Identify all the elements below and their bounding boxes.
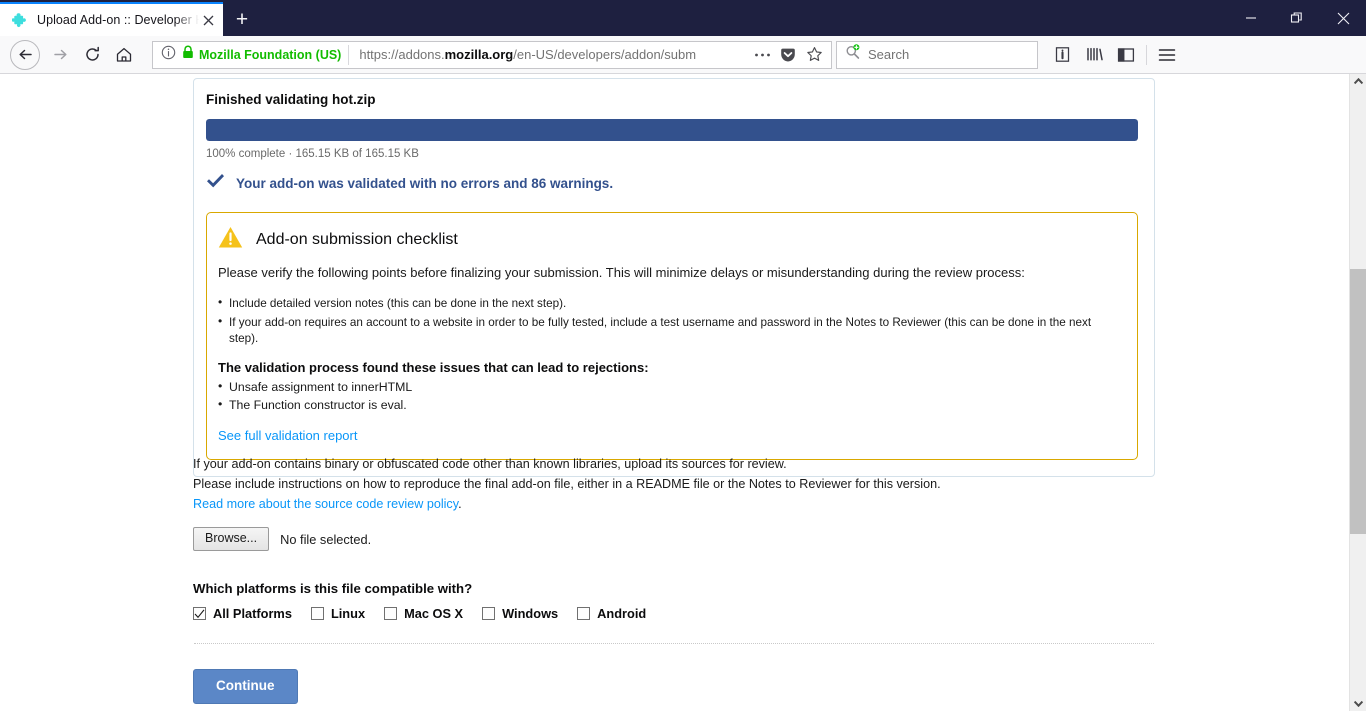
platform-option-mac-os-x[interactable]: Mac OS X (384, 606, 463, 621)
list-item: The Function constructor is eval. (218, 397, 1121, 414)
source-description-line-2: Please include instructions on how to re… (193, 477, 941, 492)
upload-progress-meta: 100% complete · 165.15 KB of 165.15 KB (206, 148, 419, 160)
url-text[interactable]: https://addons.mozilla.org/en-US/develop… (349, 47, 749, 62)
platforms-question: Which platforms is this file compatible … (193, 581, 473, 597)
platform-label: Mac OS X (404, 606, 464, 622)
platform-label: Windows (502, 606, 559, 622)
list-item: If your add-on requires an account to a … (218, 314, 1121, 346)
platform-option-linux[interactable]: Linux (310, 606, 366, 622)
toolbar-separator (1146, 44, 1147, 65)
platform-option-windows[interactable]: Windows (482, 606, 558, 621)
navigation-toolbar: Mozilla Foundation (US) https://addons.m… (0, 36, 1366, 74)
url-prefix: https://addons. (359, 47, 445, 62)
warning-triangle-icon (218, 226, 243, 254)
page-content: Finished validating hot.zip 100% complet… (0, 74, 1349, 711)
platform-label: All Platforms (213, 606, 292, 622)
page-info-icon[interactable] (1046, 39, 1078, 71)
close-icon[interactable] (1320, 0, 1366, 36)
browse-button[interactable]: Browse... (193, 526, 270, 552)
upload-progress-bar (206, 119, 1138, 141)
checklist-points: Include detailed version notes (this can… (218, 295, 1121, 346)
checkmark-icon (206, 173, 225, 194)
tab-title: Upload Add-on :: Developer Hub (37, 13, 199, 27)
window-controls (1228, 0, 1366, 36)
list-item: Include detailed version notes (this can… (218, 295, 1121, 311)
checkbox-windows[interactable] (482, 607, 496, 621)
home-button[interactable] (108, 39, 140, 71)
checkbox-all-platforms[interactable] (193, 607, 206, 621)
platform-option-all-platforms[interactable]: All Platforms (193, 606, 292, 621)
platform-label: Linux (330, 606, 366, 622)
toolbar-right-group (1046, 39, 1183, 71)
file-input-row: Browse... No file selected. (193, 526, 1155, 552)
tab-strip: Upload Add-on :: Developer Hub + (0, 0, 1366, 36)
back-button[interactable] (10, 39, 40, 70)
source-policy-period: . (458, 496, 462, 511)
reload-button[interactable] (76, 39, 108, 71)
browser-tab-active[interactable]: Upload Add-on :: Developer Hub (0, 2, 223, 36)
file-status-label: No file selected. (280, 531, 372, 547)
checkbox-android[interactable] (577, 607, 591, 621)
platform-label: Android (597, 606, 647, 622)
submission-checklist-panel: Add-on submission checklist Please verif… (206, 212, 1138, 461)
scroll-up-icon[interactable] (1350, 74, 1366, 89)
info-circle-icon[interactable] (161, 45, 176, 65)
validation-status: Your add-on was validated with no errors… (206, 173, 1138, 194)
checkbox-linux[interactable] (310, 607, 324, 621)
bookmark-star-icon[interactable] (801, 43, 827, 67)
checklist-header: Add-on submission checklist (218, 226, 1121, 254)
continue-button[interactable]: Continue (193, 669, 298, 705)
checkbox-mac-os-x[interactable] (384, 607, 398, 621)
puzzle-piece-icon (11, 12, 28, 28)
scrollbar-thumb[interactable] (1350, 269, 1366, 534)
library-icon[interactable] (1078, 39, 1110, 71)
identity-label: Mozilla Foundation (US) (199, 47, 342, 62)
checklist-intro: Please verify the following points befor… (218, 265, 1025, 280)
scroll-down-icon[interactable] (1350, 696, 1366, 711)
form-divider (194, 643, 1154, 645)
checklist-issues: Unsafe assignment to innerHTML The Funct… (218, 379, 1121, 414)
upload-progress-fill (206, 119, 1138, 141)
vertical-scrollbar[interactable] (1349, 74, 1366, 711)
upload-result-card: Finished validating hot.zip 100% complet… (193, 78, 1155, 478)
validation-message: Your add-on was validated with no errors… (236, 176, 614, 191)
validation-report-link[interactable]: See full validation report (218, 428, 357, 443)
new-tab-button[interactable]: + (223, 2, 261, 36)
sidebar-icon[interactable] (1110, 39, 1142, 71)
hamburger-menu-icon[interactable] (1151, 39, 1183, 71)
browser-window: Upload Add-on :: Developer Hub + (0, 0, 1366, 711)
search-add-icon (845, 44, 861, 65)
url-bar[interactable]: Mozilla Foundation (US) https://addons.m… (152, 40, 832, 69)
source-description-line-1: If your add-on contains binary or obfusc… (193, 457, 787, 471)
source-policy-row: Read more about the source code review p… (193, 495, 1155, 513)
url-domain: mozilla.org (444, 47, 514, 62)
page-actions-icon[interactable] (749, 43, 775, 67)
source-policy-link[interactable]: Read more about the source code review p… (193, 497, 458, 511)
minimize-icon[interactable] (1228, 0, 1274, 36)
source-upload-section: If your add-on contains binary or obfusc… (193, 454, 1155, 705)
platform-option-android[interactable]: Android (577, 606, 646, 621)
platform-checkbox-group: All Platforms Linux Mac OS X Windows And… (193, 606, 1155, 621)
page-viewport: Finished validating hot.zip 100% complet… (0, 74, 1366, 711)
url-path: /en-US/developers/addon/subm (513, 47, 697, 62)
checklist-heading: Add-on submission checklist (256, 231, 458, 248)
checklist-issues-heading: The validation process found these issue… (218, 360, 649, 376)
forward-button[interactable] (44, 39, 76, 71)
pocket-icon[interactable] (775, 43, 801, 67)
search-bar[interactable]: Search (836, 40, 1038, 69)
identity-box[interactable]: Mozilla Foundation (US) (161, 44, 350, 65)
card-title: Finished validating hot.zip (206, 92, 376, 107)
search-input-placeholder[interactable]: Search (868, 47, 909, 62)
restore-icon[interactable] (1274, 0, 1320, 36)
close-icon[interactable] (199, 11, 217, 29)
padlock-icon (182, 45, 194, 64)
list-item: Unsafe assignment to innerHTML (218, 379, 1121, 396)
